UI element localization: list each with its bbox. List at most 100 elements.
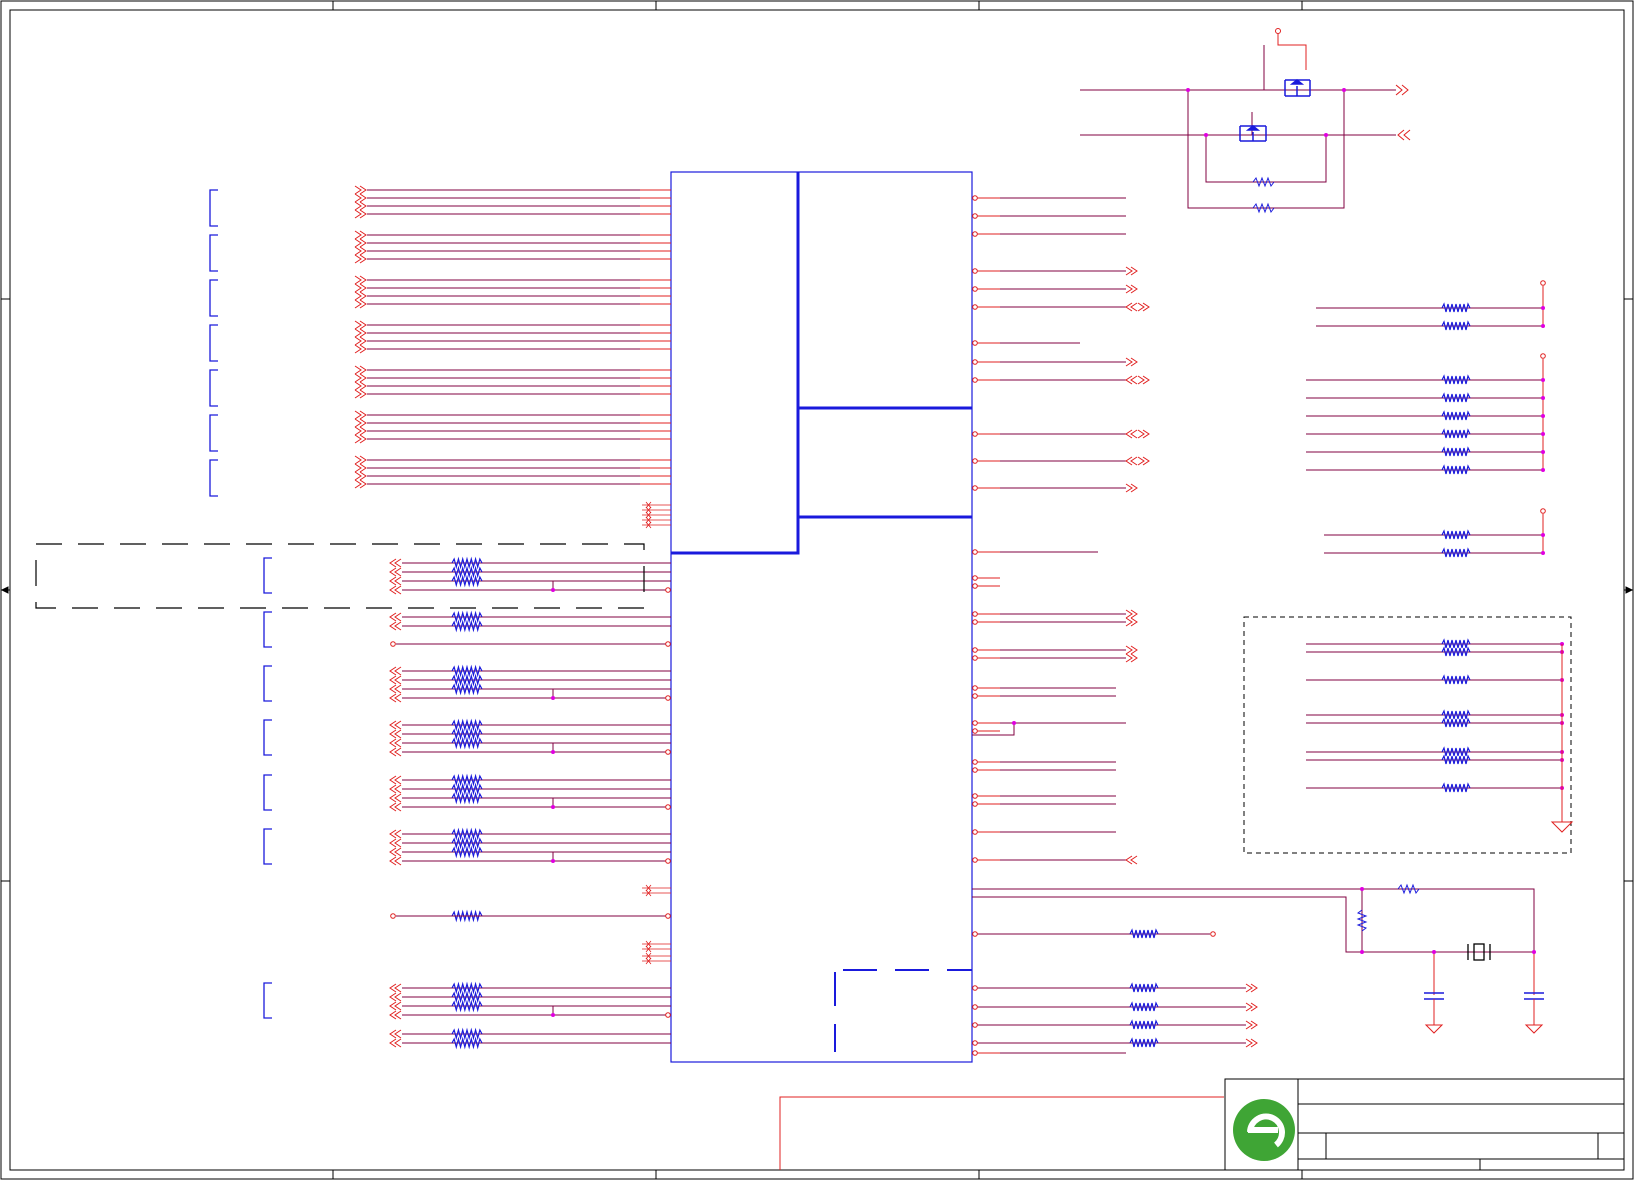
pin-circle (972, 1004, 978, 1010)
offpage-connector-icon (354, 344, 367, 354)
offpage-connector-icon (389, 802, 402, 812)
offpage-connector-icon (354, 455, 367, 465)
left-resistor-nets (263, 556, 671, 1050)
offpage-connector-icon (389, 612, 402, 622)
junction-dot (1541, 533, 1545, 537)
pin-circle (972, 340, 978, 346)
offpage-connector-icon (354, 291, 367, 301)
offpage-connector-icon (1125, 284, 1138, 294)
offpage-connector-icon (354, 209, 367, 219)
offpage-connector-icon (354, 381, 367, 391)
junction-dot (551, 859, 555, 863)
pin-circle (972, 304, 978, 310)
pin-circle (972, 1050, 978, 1056)
pin-circle (665, 587, 671, 593)
crystal-circuit (972, 883, 1544, 1034)
offpage-connector-icon (389, 576, 402, 586)
pin-circle (665, 858, 671, 864)
bus-bracket-icon (263, 557, 272, 594)
pin-circle (665, 641, 671, 647)
offpage-connector-icon (354, 479, 367, 489)
no-connect-icon (642, 945, 671, 953)
offpage-connector-icon (389, 666, 402, 676)
pin-circle (972, 431, 978, 437)
offpage-connector-icon (389, 793, 402, 803)
pin-circle (972, 1040, 978, 1046)
offpage-connector-icon (354, 275, 367, 285)
junction-dot (1541, 432, 1545, 436)
offpage-connector-icon (389, 992, 402, 1002)
pin-circle (390, 641, 396, 647)
offpage-connector-icon (354, 373, 367, 383)
offpage-connector-icon (1245, 1038, 1258, 1048)
offpage-connector-icon (1125, 429, 1138, 439)
pin-circle (972, 619, 978, 625)
junction-dot (1541, 306, 1545, 310)
offpage-connector-icon (354, 254, 367, 264)
pin-circle (972, 801, 978, 807)
offpage-connector-icon (389, 983, 402, 993)
offpage-connector-icon (389, 1029, 402, 1039)
pin-circle (390, 913, 396, 919)
offpage-connector-icon (1245, 983, 1258, 993)
offpage-connector-icon (354, 230, 367, 240)
junction-dot (551, 1013, 555, 1017)
pin-circle (972, 655, 978, 661)
pin-circle (972, 377, 978, 383)
junction-dot (551, 696, 555, 700)
junction-dot (1541, 414, 1545, 418)
offpage-connector-icon (1125, 375, 1138, 385)
pin-circle (972, 575, 978, 581)
offpage-connector-icon (389, 693, 402, 703)
offpage-connector-icon (354, 410, 367, 420)
pin-circle (972, 231, 978, 237)
pin-circle (972, 286, 978, 292)
junction-dot (1541, 396, 1545, 400)
mosfet-q2-icon (1239, 125, 1267, 142)
pin-circle (972, 549, 978, 555)
pin-circle (665, 804, 671, 810)
offpage-connector-icon (389, 1001, 402, 1011)
pin-circle (972, 767, 978, 773)
offpage-connector-icon (354, 463, 367, 473)
pin-circle (665, 749, 671, 755)
pin-circle (972, 213, 978, 219)
offpage-connector-icon (1125, 483, 1138, 493)
offpage-connector-icon (354, 418, 367, 428)
pin-circle (1540, 353, 1546, 359)
offpage-connector-icon (1137, 302, 1150, 312)
pin-circle (972, 685, 978, 691)
level-shifter (1080, 28, 1411, 214)
offpage-connector-icon (354, 365, 367, 375)
zone-ticks (0, 1, 1634, 1179)
offpage-connector-icon (389, 847, 402, 857)
junction-dot (551, 588, 555, 592)
mosfet-q1-icon (1284, 79, 1311, 97)
pin-circle (972, 985, 978, 991)
junction-dot (551, 750, 555, 754)
offpage-connector-icon (389, 1038, 402, 1048)
offpage-connector-icon (1137, 375, 1150, 385)
offpage-connector-icon (389, 856, 402, 866)
pin-circle (972, 793, 978, 799)
junction-dot (1541, 324, 1545, 328)
offpage-connector-icon (389, 675, 402, 685)
bus-bracket-icon (209, 324, 218, 362)
pin-circle (665, 913, 671, 919)
bus-bracket-icon (263, 982, 272, 1019)
offpage-connector-icon (389, 784, 402, 794)
offpage-connector-icon (1245, 1020, 1258, 1030)
junction-dot (1541, 468, 1545, 472)
sheet-frame (0, 0, 1634, 1180)
offpage-connector-icon (1137, 456, 1150, 466)
junction-dot (1012, 721, 1016, 725)
pin-circle (1540, 508, 1546, 514)
offpage-connector-icon (354, 320, 367, 330)
no-connect-icon (642, 889, 671, 897)
offpage-connector-icon (354, 336, 367, 346)
offpage-connector-icon (1125, 645, 1138, 655)
bus-bracket-icon (263, 774, 272, 811)
offpage-connector-icon (389, 729, 402, 739)
offpage-connector-icon (389, 829, 402, 839)
bus-bracket-icon (209, 189, 218, 227)
